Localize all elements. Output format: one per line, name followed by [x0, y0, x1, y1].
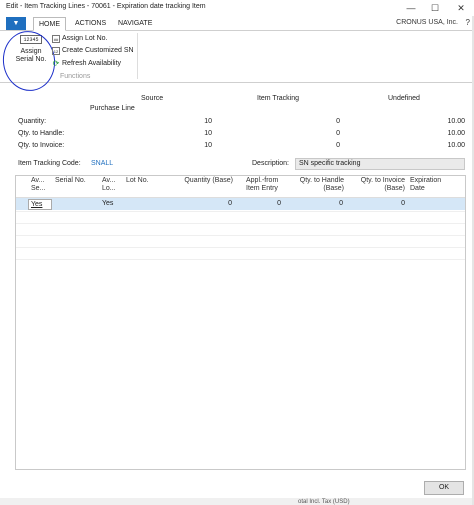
col-header-line: (Base): [323, 185, 344, 192]
ok-button[interactable]: OK: [424, 481, 464, 495]
col-header-expiration-date[interactable]: Expiration Date: [410, 177, 441, 193]
minimize-button[interactable]: —: [400, 1, 422, 15]
assign-lot-no-label: Assign Lot No.: [62, 35, 108, 42]
col-header-line: Item Entry: [246, 185, 278, 192]
grid-row-divider: [16, 235, 465, 236]
grid-row-divider: [16, 211, 465, 212]
company-name: CRONUS USA, Inc.: [396, 19, 458, 26]
col-header-qty-to-handle[interactable]: Qty. to Handle (Base): [290, 177, 344, 193]
grid-row-divider: [16, 259, 465, 260]
quantity-base-cell[interactable]: 0: [190, 200, 232, 207]
background-window-text: otal Incl. Tax (USD): [298, 499, 350, 505]
summary-source-value: 10: [204, 142, 212, 149]
tab-actions[interactable]: ACTIONS: [70, 17, 111, 31]
summary-row-label: Quantity:: [18, 118, 47, 125]
summary-source-type: Purchase Line: [90, 105, 135, 112]
refresh-icon: ⟳: [52, 58, 60, 68]
summary-header-source: Source: [141, 95, 164, 102]
summary-undefined-value: 10.00: [447, 118, 465, 125]
qty-to-handle-cell[interactable]: 0: [300, 200, 343, 207]
close-button[interactable]: ✕: [450, 1, 472, 15]
maximize-button[interactable]: ☐: [424, 1, 446, 15]
create-customized-sn-button[interactable]: 12 Create Customized SN: [52, 45, 134, 56]
tracking-lines-grid: [15, 175, 466, 470]
col-header-line: Lo...: [102, 185, 116, 192]
summary-source-value: 10: [204, 118, 212, 125]
qty-to-invoice-cell[interactable]: 0: [362, 200, 405, 207]
help-icon[interactable]: ?: [466, 18, 470, 27]
summary-header-undefined: Undefined: [388, 95, 420, 102]
col-header-qty-to-invoice[interactable]: Qty. to Invoice (Base): [352, 177, 405, 193]
appl-from-item-entry-cell[interactable]: 0: [240, 200, 281, 207]
description-label: Description:: [252, 160, 289, 167]
col-header-line: Se...: [31, 185, 46, 192]
summary-tracking-value: 0: [336, 130, 340, 137]
col-header-line: Av...: [102, 177, 116, 184]
summary-undefined-value: 10.00: [447, 130, 465, 137]
assign-lot-no-button[interactable]: ## Assign Lot No.: [52, 33, 108, 44]
summary-undefined-value: 10.00: [447, 142, 465, 149]
col-header-line: Date: [410, 185, 425, 192]
col-header-line: Appl.-from: [246, 177, 279, 184]
lot-number-icon: ##: [52, 34, 60, 43]
refresh-availability-button[interactable]: ⟳ Refresh Availability: [52, 58, 121, 69]
grid-row-divider: [16, 247, 465, 248]
col-header-line: Av...: [31, 177, 45, 184]
avail-lot-cell[interactable]: Yes: [102, 200, 113, 207]
description-field[interactable]: SN specific tracking: [295, 158, 465, 170]
summary-tracking-value: 0: [336, 118, 340, 125]
item-tracking-code-label: Item Tracking Code:: [18, 160, 81, 167]
background-window-strip: [0, 498, 474, 505]
tab-navigate[interactable]: NAVIGATE: [113, 17, 157, 31]
app-menu-button[interactable]: ▼: [6, 17, 26, 30]
col-header-quantity-base[interactable]: Quantity (Base): [165, 177, 233, 185]
tab-home[interactable]: HOME: [33, 17, 66, 31]
customized-sn-icon: 12: [52, 46, 60, 55]
ribbon-group-label: Functions: [60, 73, 91, 80]
summary-tracking-value: 0: [336, 142, 340, 149]
col-header-line: Qty. to Handle: [299, 177, 344, 184]
col-header-line: Expiration: [410, 177, 442, 184]
grid-row-divider: [16, 223, 465, 224]
window-title: Edit - Item Tracking Lines - 70061 - Exp…: [6, 3, 206, 10]
col-header-line: Qty. to Invoice: [360, 177, 405, 184]
col-header-appl-from-item-entry[interactable]: Appl.-from Item Entry: [246, 177, 278, 193]
avail-serial-cell[interactable]: Yes: [28, 199, 52, 210]
summary-row-label: Qty. to Handle:: [18, 130, 65, 137]
summary-header-tracking: Item Tracking: [257, 95, 300, 102]
item-tracking-code-link[interactable]: SNALL: [91, 160, 113, 167]
col-header-serial-no[interactable]: Serial No.: [55, 177, 86, 185]
refresh-availability-label: Refresh Availability: [62, 60, 122, 67]
ribbon-separator: [137, 33, 138, 79]
col-header-lot-no[interactable]: Lot No.: [126, 177, 149, 185]
col-header-line: (Base): [384, 185, 405, 192]
col-header-avail-serial[interactable]: Av... Se...: [31, 177, 45, 193]
col-header-avail-lot[interactable]: Av... Lo...: [102, 177, 116, 193]
summary-row-label: Qty. to Invoice:: [18, 142, 65, 149]
caret-down-icon: ▼: [12, 20, 20, 27]
summary-source-value: 10: [204, 130, 212, 137]
create-customized-sn-label: Create Customized SN: [62, 47, 134, 54]
